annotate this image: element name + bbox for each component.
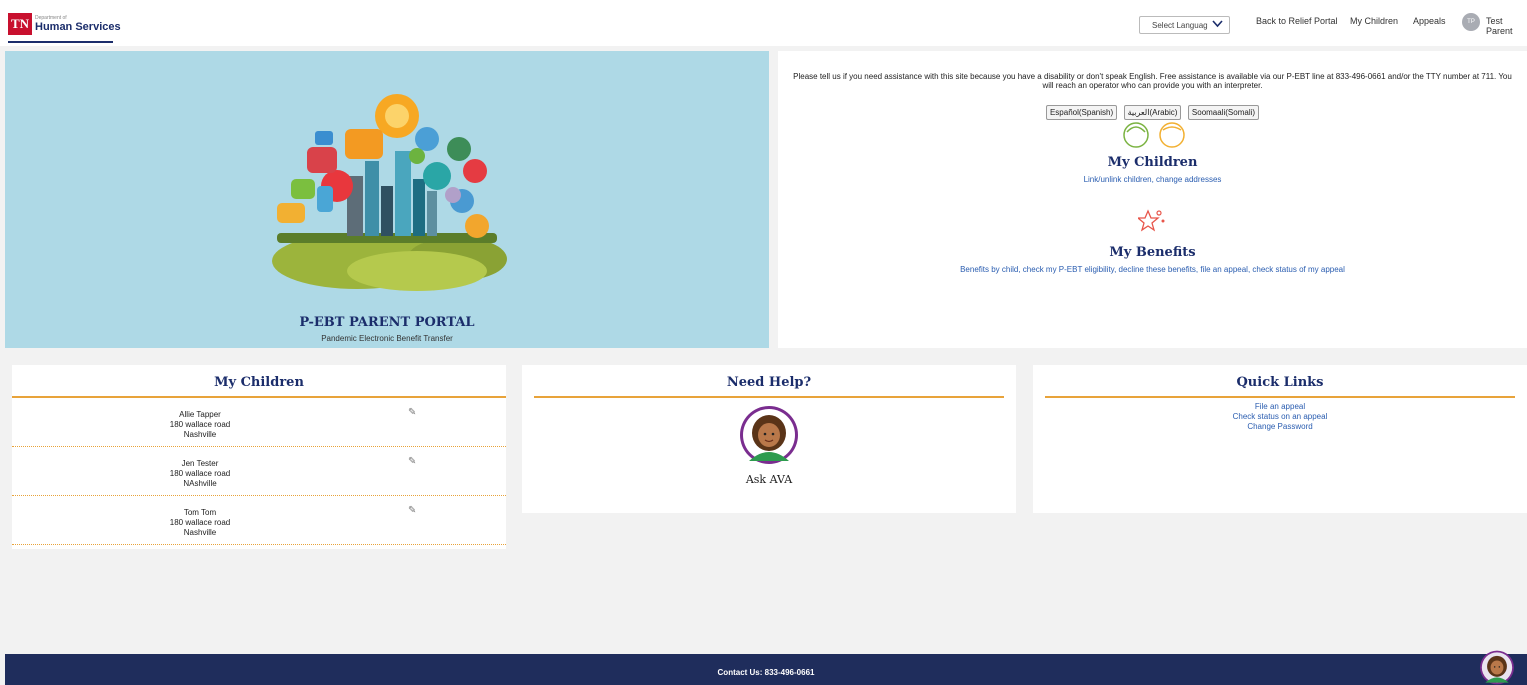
my-benefits-heading[interactable]: My Benefits [778,245,1527,260]
assistance-notice: Please tell us if you need assistance wi… [793,72,1512,90]
link-file-appeal[interactable]: File an appeal [1033,402,1527,412]
my-children-card: My Children Allie Tapper 180 wallace roa… [12,365,506,549]
logo-rule [8,41,113,43]
chevron-down-icon [1212,20,1223,30]
child-city: Nashville [183,528,217,537]
ava-chat-launcher-icon[interactable] [1479,650,1515,685]
language-select[interactable]: Select Languag [1139,16,1230,34]
logo-abbr: TN [8,13,32,35]
user-avatar[interactable]: TP [1462,13,1480,31]
star-benefits-icon[interactable] [1138,207,1166,235]
child-row: Allie Tapper 180 wallace road Nashville … [12,398,506,447]
footer-contact: Contact Us: 833-496-0661 [717,668,815,677]
ask-ava-label[interactable]: Ask AVA [522,473,1016,486]
link-check-appeal-status[interactable]: Check status on an appeal [1033,412,1527,422]
logo-dept: Department of [35,14,67,21]
need-help-card-title: Need Help? [726,375,812,390]
child-name: Allie Tapper [179,410,221,419]
portal-subtitle: Pandemic Electronic Benefit Transfer [321,334,453,343]
hero-banner: P-EBT PARENT PORTAL Pandemic Electronic … [5,51,769,348]
portal-menu-panel: Please tell us if you need assistance wi… [778,51,1527,348]
language-buttons: Español(Spanish) العربية(Arabic) Soomaal… [778,102,1527,120]
edit-icon[interactable]: ✎ [408,408,416,418]
footer: Contact Us: 833-496-0661 [5,654,1527,685]
child-row: Tom Tom 180 wallace road Nashville ✎ [12,496,506,545]
child-row: Jen Tester 180 wallace road NAshville ✎ [12,447,506,496]
need-help-card: Need Help? Ask AVA [522,365,1016,513]
child-street: 180 wallace road [169,518,231,527]
children-faces-icon[interactable] [1120,120,1190,150]
child-name: Jen Tester [181,459,219,468]
child-city: NAshville [183,479,217,488]
portal-title: P-EBT PARENT PORTAL [299,315,475,330]
my-children-card-title: My Children [214,375,304,390]
language-select-value: Select Languag [1152,20,1208,30]
child-street: 180 wallace road [169,469,231,478]
link-change-password[interactable]: Change Password [1033,422,1527,432]
card-divider [534,396,1004,398]
nav-my-children[interactable]: My Children [1350,16,1398,26]
child-city: Nashville [183,430,217,439]
nav-back-to-relief-portal[interactable]: Back to Relief Portal [1256,16,1338,26]
quick-links-card: Quick Links File an appeal Check status … [1033,365,1527,513]
lang-arabic-button[interactable]: العربية(Arabic) [1123,105,1182,120]
my-children-heading[interactable]: My Children [778,155,1527,170]
child-street: 180 wallace road [169,420,231,429]
logo-name: Human Services [35,20,121,33]
lang-spanish-button[interactable]: Español(Spanish) [1045,105,1118,120]
child-name: Tom Tom [183,508,217,517]
my-children-link[interactable]: Link/unlink children, change addresses [778,175,1527,184]
top-header: TN Department of Human Services Select L… [0,0,1527,46]
tn-dhs-logo[interactable]: TN Department of Human Services [8,8,121,43]
user-name[interactable]: Test Parent [1486,16,1527,36]
nav-appeals[interactable]: Appeals [1413,16,1446,26]
food-city-illustration [272,94,507,291]
edit-icon[interactable]: ✎ [408,506,416,516]
my-benefits-link[interactable]: Benefits by child, check my P-EBT eligib… [778,265,1527,274]
lang-somali-button[interactable]: Soomaali(Somali) [1187,105,1260,120]
edit-icon[interactable]: ✎ [408,457,416,467]
ava-avatar-icon[interactable] [739,405,799,465]
quick-links-card-title: Quick Links [1236,375,1324,390]
